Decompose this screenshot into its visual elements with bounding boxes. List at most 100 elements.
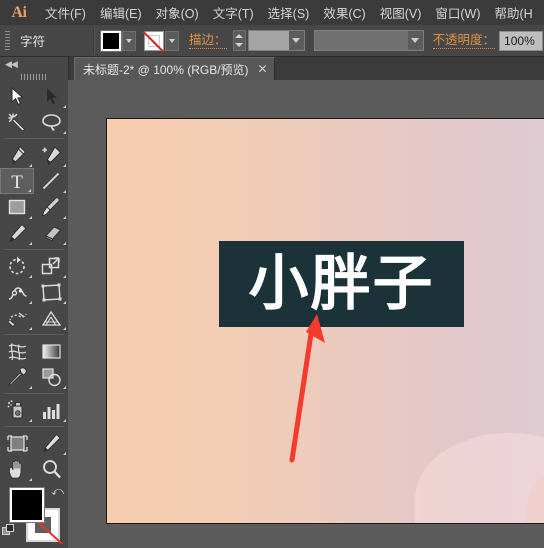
magic-wand-tool[interactable] xyxy=(0,109,34,135)
chevron-down-icon xyxy=(126,38,133,43)
fill-dropdown-button[interactable] xyxy=(122,30,137,51)
rotate-tool[interactable] xyxy=(0,253,34,279)
tool-flyout-indicator xyxy=(63,419,66,422)
selection-tool[interactable] xyxy=(0,83,34,109)
tool-flyout-indicator xyxy=(29,164,32,167)
opacity-label[interactable]: 不透明度： xyxy=(432,33,496,49)
gradient-tool[interactable] xyxy=(34,338,68,364)
tool-flyout-indicator xyxy=(63,386,66,389)
tool-flyout-indicator xyxy=(29,301,32,304)
add-anchor-point-tool[interactable] xyxy=(34,142,68,168)
stroke-weight-label[interactable]: 描边： xyxy=(189,33,227,49)
stroke-dropdown-button[interactable] xyxy=(165,30,180,51)
eyedropper-tool[interactable] xyxy=(0,364,34,390)
pencil-tool[interactable] xyxy=(0,220,34,246)
tools-panel: ◀◀ T ⤺ xyxy=(0,57,69,548)
tool-flyout-indicator xyxy=(63,216,66,219)
hand-tool[interactable] xyxy=(0,456,34,482)
color-controls: ⤺ xyxy=(0,484,68,548)
tools-panel-grip[interactable] xyxy=(0,71,68,83)
tool-flyout-indicator xyxy=(29,327,32,330)
collapse-left-icon: ◀◀ xyxy=(5,58,18,69)
tool-flyout-indicator xyxy=(29,386,32,389)
stroke-weight-dropdown-button[interactable] xyxy=(288,31,304,50)
menu-help[interactable]: 帮助(H xyxy=(488,0,540,25)
document-tab-bar: 未标题-2* @ 100% (RGB/预览) ✕ xyxy=(68,57,544,81)
menu-effect[interactable]: 效果(C) xyxy=(316,0,372,25)
perspective-grid-tool[interactable] xyxy=(34,305,68,331)
fill-swatch-group[interactable] xyxy=(100,29,137,52)
text-artwork-object[interactable]: 小胖子 xyxy=(219,241,464,327)
tool-flyout-indicator xyxy=(63,275,66,278)
chevron-down-icon xyxy=(411,38,420,43)
swap-fill-stroke-icon[interactable]: ⤺ xyxy=(51,485,64,498)
width-tool[interactable] xyxy=(0,279,34,305)
menu-object[interactable]: 对象(O) xyxy=(149,0,206,25)
svg-text:T: T xyxy=(11,172,23,191)
menu-select[interactable]: 选择(S) xyxy=(261,0,317,25)
close-icon[interactable]: ✕ xyxy=(258,62,268,76)
fill-color-swatch[interactable] xyxy=(100,29,123,52)
mesh-tool[interactable] xyxy=(0,338,34,364)
tool-flyout-indicator xyxy=(29,478,32,481)
chevron-down-icon xyxy=(292,38,301,43)
tool-divider xyxy=(4,138,64,139)
fill-color-indicator[interactable] xyxy=(10,488,44,522)
artboard-tool[interactable] xyxy=(0,430,34,456)
stroke-profile-dropdown-button[interactable] xyxy=(407,31,423,50)
tool-divider xyxy=(4,334,64,335)
opacity-input[interactable]: 100% xyxy=(499,30,544,51)
canvas-area[interactable]: 小胖子 xyxy=(68,80,544,548)
tool-flyout-indicator xyxy=(28,189,31,192)
stroke-weight-stepper[interactable] xyxy=(232,30,246,51)
divider xyxy=(93,27,96,54)
tools-panel-collapse[interactable]: ◀◀ xyxy=(0,57,68,71)
artboard[interactable]: 小胖子 xyxy=(106,118,544,524)
zoom-tool[interactable] xyxy=(34,456,68,482)
tool-divider xyxy=(4,393,64,394)
menu-view[interactable]: 视图(V) xyxy=(373,0,429,25)
stroke-weight-combo[interactable] xyxy=(247,30,305,51)
pen-tool[interactable] xyxy=(0,142,34,168)
menu-file[interactable]: 文件(F) xyxy=(38,0,93,25)
stepper-down-button[interactable] xyxy=(234,41,245,51)
artwork-text: 小胖子 xyxy=(248,249,435,319)
tool-flyout-indicator xyxy=(63,164,66,167)
rectangle-tool[interactable] xyxy=(0,194,34,220)
illustrator-window: Ai 文件(F) 编辑(E) 对象(O) 文字(T) 选择(S) 效果(C) 视… xyxy=(0,0,544,548)
stroke-swatch-group[interactable] xyxy=(144,30,180,51)
scale-tool[interactable] xyxy=(34,253,68,279)
slice-tool[interactable] xyxy=(34,430,68,456)
default-fill-stroke-icon[interactable] xyxy=(2,524,16,538)
stroke-color-swatch[interactable] xyxy=(144,30,165,51)
menu-type[interactable]: 文字(T) xyxy=(206,0,261,25)
control-bar: 字符 描边： 不透明度： 100% xyxy=(0,25,544,57)
tool-flyout-indicator xyxy=(63,131,66,134)
document-tab[interactable]: 未标题-2* @ 100% (RGB/预览) ✕ xyxy=(74,57,275,80)
line-segment-tool[interactable] xyxy=(34,168,68,194)
tool-divider xyxy=(4,426,64,427)
control-bar-grip[interactable] xyxy=(0,25,14,56)
caret-down-icon xyxy=(235,43,244,48)
menu-edit[interactable]: 编辑(E) xyxy=(93,0,149,25)
column-graph-tool[interactable] xyxy=(34,397,68,423)
blend-tool[interactable] xyxy=(34,364,68,390)
direct-selection-tool[interactable] xyxy=(34,83,68,109)
tool-flyout-indicator xyxy=(63,327,66,330)
chevron-down-icon xyxy=(169,38,176,43)
shape-builder-tool[interactable] xyxy=(0,305,34,331)
eraser-tool[interactable] xyxy=(34,220,68,246)
tool-flyout-indicator xyxy=(63,242,66,245)
type-tool[interactable]: T xyxy=(0,168,34,194)
caret-up-icon xyxy=(235,33,244,38)
lasso-tool[interactable] xyxy=(34,109,68,135)
symbol-sprayer-tool[interactable] xyxy=(0,397,34,423)
tool-flyout-indicator xyxy=(63,105,66,108)
stroke-profile-combo[interactable] xyxy=(313,30,424,51)
menu-window[interactable]: 窗口(W) xyxy=(428,0,487,25)
free-transform-tool[interactable] xyxy=(34,279,68,305)
tool-flyout-indicator xyxy=(63,301,66,304)
paintbrush-tool[interactable] xyxy=(34,194,68,220)
stepper-up-button[interactable] xyxy=(234,31,245,41)
menu-bar: Ai 文件(F) 编辑(E) 对象(O) 文字(T) 选择(S) 效果(C) 视… xyxy=(0,0,544,26)
